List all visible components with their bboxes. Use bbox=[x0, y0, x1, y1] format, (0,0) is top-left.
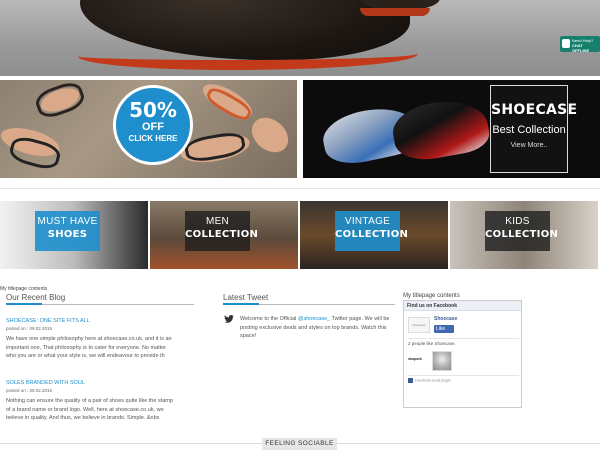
chat-badge-line2: CHAT OFFLINE bbox=[572, 43, 590, 53]
category-line2: SHOES bbox=[47, 229, 88, 240]
collection-view-more-box[interactable]: SHOECASE Best Collection View More.. bbox=[490, 85, 578, 173]
divider bbox=[0, 188, 600, 189]
sale-off-label: OFF bbox=[142, 121, 164, 133]
collection-brand: SHOECASE bbox=[491, 102, 578, 118]
facebook-like-label: Like bbox=[436, 326, 446, 332]
divider bbox=[407, 375, 519, 376]
facebook-icon bbox=[408, 378, 413, 383]
blog-post-excerpt: Nothing can ensure the quality of a pair… bbox=[6, 398, 173, 421]
facebook-box-header: Find us on Facebook bbox=[404, 301, 521, 311]
collection-subtitle: Best Collection bbox=[492, 124, 566, 136]
title-underline bbox=[223, 303, 259, 305]
category-label: VINTAGE COLLECTION bbox=[335, 211, 409, 251]
category-line2: COLLECTION bbox=[485, 229, 559, 240]
hero-banner[interactable]: Need Help? CHAT OFFLINE bbox=[0, 0, 600, 76]
tweet-handle-link[interactable]: @shoecase_ bbox=[298, 316, 330, 322]
page-root: Need Help? CHAT OFFLINE 50% OFF CLICK HE… bbox=[0, 0, 600, 450]
facebook-like-box: Find us on Facebook shoecase Shoecase Li… bbox=[403, 300, 522, 408]
category-label: KIDS COLLECTION bbox=[485, 211, 559, 251]
blog-post-link[interactable]: SHOECASE: ONE SITE FITS ALL bbox=[6, 318, 90, 324]
divider bbox=[407, 338, 519, 339]
facebook-like-button[interactable]: Like bbox=[434, 325, 454, 333]
tweet-text-before: Welcome to the Official bbox=[240, 316, 298, 322]
chat-icon bbox=[562, 39, 570, 48]
widget-caption: My titlepage contents bbox=[0, 286, 48, 292]
facebook-page-name[interactable]: Shoecase bbox=[434, 316, 457, 322]
hero-shoe-sole bbox=[78, 40, 418, 70]
facebook-page-thumbnail[interactable]: shoecase bbox=[408, 317, 430, 333]
tweet-section-title: Latest Tweet bbox=[223, 293, 269, 302]
category-label: MUST HAVE SHOES bbox=[35, 211, 100, 251]
category-men-collection[interactable]: MEN COLLECTION bbox=[150, 201, 298, 269]
category-line1: VINTAGE bbox=[344, 216, 391, 227]
facebook-plugin-note: Facebook social plugin bbox=[408, 378, 451, 383]
blog-post-date: posted on : 09.02.2015 bbox=[6, 388, 53, 393]
category-line2: COLLECTION bbox=[185, 229, 259, 240]
blog-section-title: Our Recent Blog bbox=[6, 293, 66, 302]
blog-post-link[interactable]: SOLES BRANDED WITH SOUL bbox=[6, 380, 85, 386]
sneaker-red-image bbox=[388, 94, 493, 165]
avatar[interactable] bbox=[432, 351, 452, 371]
category-line1: MEN bbox=[205, 216, 230, 227]
category-line1: KIDS bbox=[505, 216, 530, 227]
sale-cta: CLICK HERE bbox=[128, 134, 178, 143]
sandal-image bbox=[32, 80, 88, 122]
twitter-bird-icon bbox=[224, 315, 234, 323]
category-label: MEN COLLECTION bbox=[185, 211, 259, 251]
blog-post-date: posted on : 09.02.2015 bbox=[6, 326, 53, 331]
sale-percent: 50% bbox=[129, 98, 177, 122]
foot-image bbox=[245, 110, 295, 160]
category-kids-collection[interactable]: KIDS COLLECTION bbox=[450, 201, 598, 269]
chat-offline-badge[interactable]: Need Help? CHAT OFFLINE bbox=[560, 36, 600, 53]
sale-click-here-button[interactable]: 50% OFF CLICK HERE bbox=[113, 85, 193, 165]
feeling-sociable-label: FEELING SOCIABLE bbox=[262, 438, 337, 450]
category-line2: COLLECTION bbox=[335, 229, 409, 240]
tweet-body: Welcome to the Official @shoecase_ Twitt… bbox=[240, 315, 402, 341]
title-underline bbox=[6, 303, 42, 305]
category-line1: MUST HAVE bbox=[37, 216, 98, 227]
hero-second-sole bbox=[360, 8, 430, 16]
category-vintage-collection[interactable]: VINTAGE COLLECTION bbox=[300, 201, 448, 269]
sandal-image bbox=[183, 129, 247, 165]
facebook-people-count: 2 people like Shoecase. bbox=[408, 341, 456, 346]
category-must-have-shoes[interactable]: MUST HAVE SHOES bbox=[0, 201, 148, 269]
widget-caption: My titlepage contents bbox=[403, 293, 460, 299]
facebook-person-name[interactable]: shopork bbox=[408, 351, 430, 371]
view-more-link[interactable]: View More.. bbox=[491, 142, 567, 149]
blog-post-excerpt: We have one simple philosophy here at sh… bbox=[6, 336, 172, 359]
facebook-plugin-text: Facebook social plugin bbox=[415, 378, 451, 383]
